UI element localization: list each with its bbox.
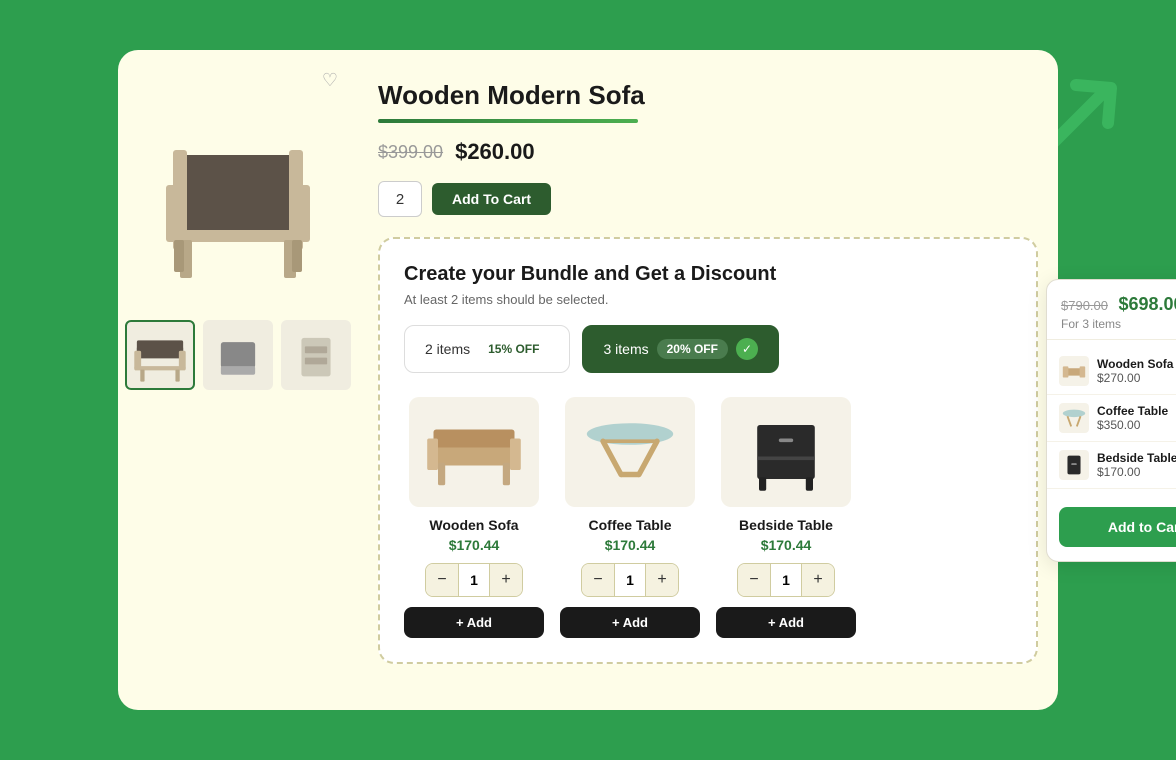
- cart-item-2-price: $170.00: [1097, 465, 1176, 479]
- bundle-product-2-image: [721, 397, 851, 507]
- qty-cart-row: 2 Add To Cart: [378, 181, 1038, 217]
- bundle-products-list: Wooden Sofa $170.44 − 1 + + Add: [404, 397, 1012, 638]
- tier-2-items-button[interactable]: 2 items 15% OFF: [404, 325, 570, 373]
- cart-item-0-price: $270.00: [1097, 371, 1176, 385]
- tier-3-discount-badge: 20% OFF: [657, 339, 728, 359]
- cart-items-list: Wooden Sofa $270.00 ×: [1047, 340, 1176, 497]
- bundle-product-2-name: Bedside Table: [739, 517, 833, 533]
- tier-options: 2 items 15% OFF 3 items 20% OFF ✓: [404, 325, 1012, 373]
- cart-item-2-info: Bedside Table $170.00: [1097, 451, 1176, 479]
- bundle-product-0-name: Wooden Sofa: [429, 517, 518, 533]
- thumbnail-list: [125, 320, 351, 390]
- bundle-product-1-price: $170.44: [605, 537, 656, 553]
- price-row: $399.00 $260.00: [378, 139, 1038, 165]
- bundle-product-0-image: [409, 397, 539, 507]
- tier-3-label: 3 items: [603, 341, 648, 357]
- bundle-product-0-add-button[interactable]: + Add: [404, 607, 544, 638]
- bundle-product-1-decrease[interactable]: −: [582, 564, 614, 596]
- tier-3-items-button[interactable]: 3 items 20% OFF ✓: [582, 325, 778, 373]
- sale-price: $260.00: [455, 139, 535, 165]
- cart-item-1-price: $350.00: [1097, 418, 1176, 432]
- cart-summary-panel: $790.00 $698.00 For 3 items: [1046, 279, 1176, 562]
- main-product-image: [138, 100, 338, 300]
- original-price: $399.00: [378, 142, 443, 163]
- cart-item-0-info: Wooden Sofa $270.00: [1097, 357, 1176, 385]
- cart-item-0-name: Wooden Sofa: [1097, 357, 1176, 371]
- title-underline: [378, 119, 638, 123]
- cart-item-2: Bedside Table $170.00 ×: [1047, 442, 1176, 489]
- bundle-product-1-add-button[interactable]: + Add: [560, 607, 700, 638]
- main-product-card: ♡: [118, 50, 1058, 710]
- bundle-product-0-qty: 1: [458, 564, 490, 596]
- tier-3-check-icon: ✓: [736, 338, 758, 360]
- tier-2-label: 2 items: [425, 341, 470, 357]
- bundle-product-2-price: $170.44: [761, 537, 812, 553]
- chair-image: [148, 110, 328, 290]
- bundle-product-2-decrease[interactable]: −: [738, 564, 770, 596]
- cart-sale-price: $698.00: [1118, 294, 1176, 314]
- thumbnail-0[interactable]: [125, 320, 195, 390]
- tier-2-discount-badge: 15% OFF: [478, 339, 549, 359]
- bundle-product-1-qty: 1: [614, 564, 646, 596]
- bundle-product-2-qty: 1: [770, 564, 802, 596]
- bundle-section: Create your Bundle and Get a Discount At…: [378, 237, 1038, 664]
- cart-for-label: For 3 items: [1061, 317, 1176, 331]
- bundle-product-0: Wooden Sofa $170.44 − 1 + + Add: [404, 397, 544, 638]
- cart-item-1-image: [1059, 403, 1089, 433]
- cart-original-price: $790.00: [1061, 298, 1108, 313]
- add-to-cart-button[interactable]: Add To Cart: [432, 183, 551, 215]
- bundle-product-2-increase[interactable]: +: [802, 564, 834, 596]
- thumbnail-2[interactable]: [281, 320, 351, 390]
- cart-item-1-name: Coffee Table: [1097, 404, 1176, 418]
- cart-item-2-name: Bedside Table: [1097, 451, 1176, 465]
- cart-item-1-info: Coffee Table $350.00: [1097, 404, 1176, 432]
- cart-item-0-image: [1059, 356, 1089, 386]
- thumbnail-1[interactable]: [203, 320, 273, 390]
- add-to-cart-final-button[interactable]: Add to Cart: [1059, 507, 1176, 547]
- bundle-product-2-add-button[interactable]: + Add: [716, 607, 856, 638]
- bundle-product-1-image: [565, 397, 695, 507]
- cart-item-1: Coffee Table $350.00 ×: [1047, 395, 1176, 442]
- bundle-subtitle: At least 2 items should be selected.: [404, 292, 1012, 307]
- bundle-product-1-stepper: − 1 +: [581, 563, 679, 597]
- cart-item-2-image: [1059, 450, 1089, 480]
- wishlist-icon[interactable]: ♡: [322, 70, 338, 91]
- quantity-display[interactable]: 2: [378, 181, 422, 217]
- bundle-product-1-increase[interactable]: +: [646, 564, 678, 596]
- bundle-product-0-increase[interactable]: +: [490, 564, 522, 596]
- bundle-product-0-price: $170.44: [449, 537, 500, 553]
- product-info-panel: Wooden Modern Sofa $399.00 $260.00 2 Add…: [358, 50, 1068, 710]
- cart-item-0: Wooden Sofa $270.00 ×: [1047, 348, 1176, 395]
- bundle-product-1: Coffee Table $170.44 − 1 + + Add: [560, 397, 700, 638]
- bundle-product-1-name: Coffee Table: [589, 517, 672, 533]
- bundle-product-2-stepper: − 1 +: [737, 563, 835, 597]
- bundle-title: Create your Bundle and Get a Discount: [404, 263, 1012, 286]
- cart-total-row: $790.00 $698.00 For 3 items: [1047, 280, 1176, 340]
- bundle-product-0-stepper: − 1 +: [425, 563, 523, 597]
- bundle-product-2: Bedside Table $170.44 − 1 + + Add: [716, 397, 856, 638]
- product-title: Wooden Modern Sofa: [378, 80, 1038, 111]
- product-image-panel: ♡: [118, 50, 358, 710]
- bundle-product-0-decrease[interactable]: −: [426, 564, 458, 596]
